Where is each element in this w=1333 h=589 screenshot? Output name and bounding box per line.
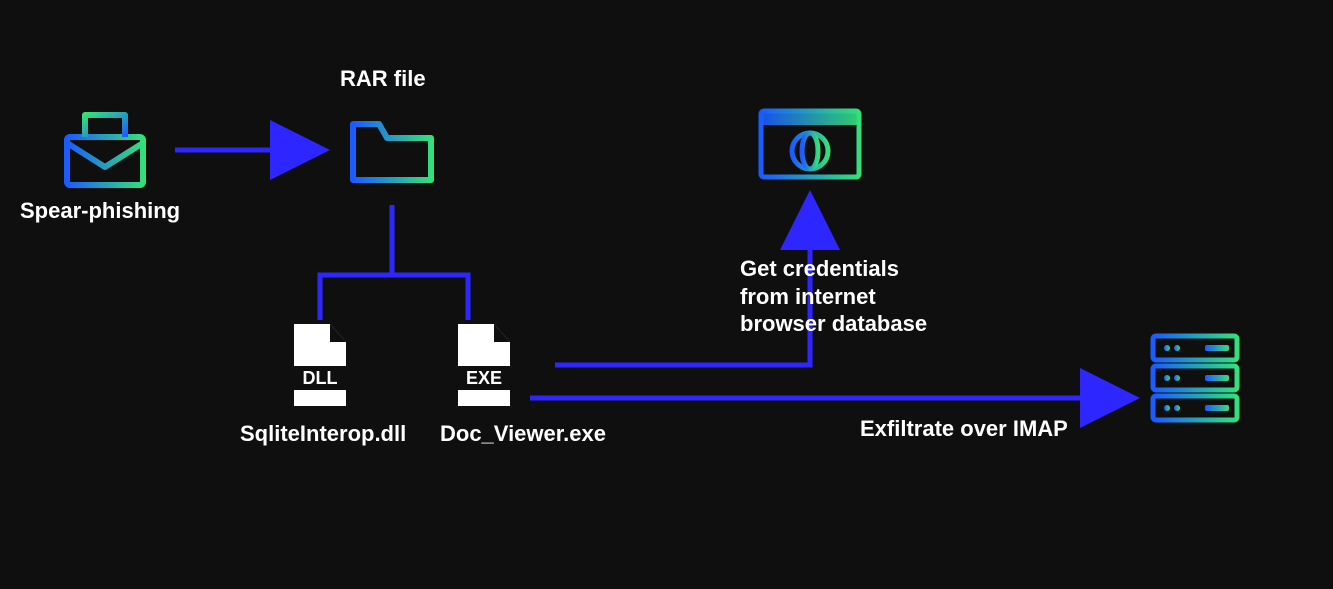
exe-file-label: Doc_Viewer.exe xyxy=(440,420,606,448)
browser-node xyxy=(755,105,865,190)
browser-globe-icon xyxy=(755,105,865,185)
browser-credentials-label: Get credentials from internet browser da… xyxy=(740,255,927,338)
exe-file-icon: EXE xyxy=(448,320,520,410)
connector-rar-to-files xyxy=(320,205,468,320)
exfiltrate-label: Exfiltrate over IMAP xyxy=(860,415,1068,443)
spear-phishing-label: Spear-phishing xyxy=(20,197,180,225)
exe-badge-text: EXE xyxy=(466,368,502,388)
spear-phishing-node xyxy=(55,105,155,200)
exe-file-node: EXE xyxy=(448,320,520,410)
dll-file-node: DLL xyxy=(284,320,356,410)
dll-file-label: SqliteInterop.dll xyxy=(240,420,406,448)
attack-chain-diagram: Spear-phishing RAR file DLL SqliteIntero… xyxy=(0,0,1333,589)
rar-file-node xyxy=(345,110,440,195)
rar-file-label: RAR file xyxy=(340,65,426,93)
envelope-icon xyxy=(55,105,155,195)
folder-icon xyxy=(345,110,440,190)
dll-badge-text: DLL xyxy=(303,368,338,388)
dll-file-icon: DLL xyxy=(284,320,356,410)
server-node xyxy=(1145,330,1245,445)
server-icon xyxy=(1145,330,1245,440)
connectors-layer xyxy=(0,0,1333,589)
